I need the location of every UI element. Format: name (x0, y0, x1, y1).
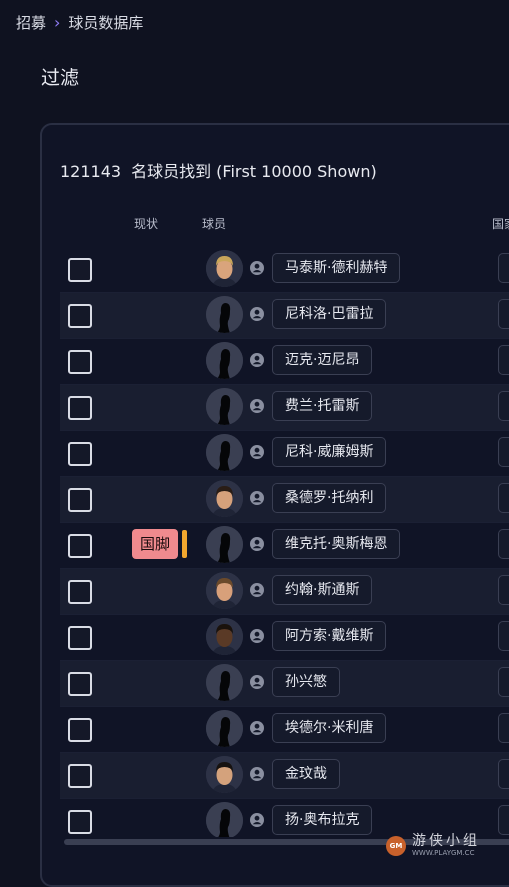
player-name-button[interactable]: 费兰·托雷斯 (272, 391, 373, 421)
avatar (206, 618, 243, 655)
person-icon[interactable] (250, 675, 264, 689)
nation-cell[interactable] (498, 437, 509, 467)
player-name-button[interactable]: 维克托·奥斯梅恩 (272, 529, 401, 559)
player-name-button[interactable]: 埃德尔·米利唐 (272, 713, 387, 743)
status-badge: 国脚 (132, 529, 178, 559)
breadcrumb: 招募 › 球员数据库 (16, 12, 143, 33)
nation-cell[interactable] (498, 529, 509, 559)
table-row[interactable]: 金玟哉 (60, 753, 509, 799)
checkbox-icon[interactable] (68, 580, 92, 604)
avatar (206, 296, 243, 333)
nation-cell[interactable] (498, 713, 509, 743)
person-icon[interactable] (250, 307, 264, 321)
player-name-button[interactable]: 约翰·斯通斯 (272, 575, 373, 605)
avatar (206, 342, 243, 379)
nation-cell[interactable] (498, 391, 509, 421)
player-name-button[interactable]: 金玟哉 (272, 759, 340, 789)
avatar (206, 802, 243, 837)
column-header-nation[interactable]: 国家 (492, 215, 509, 232)
checkbox-icon[interactable] (68, 810, 92, 834)
player-name-button[interactable]: 阿方索·戴维斯 (272, 621, 387, 651)
person-icon[interactable] (250, 629, 264, 643)
person-icon[interactable] (250, 537, 264, 551)
avatar (206, 756, 243, 793)
player-name-button[interactable]: 扬·奥布拉克 (272, 805, 373, 835)
player-name-button[interactable]: 马泰斯·德利赫特 (272, 253, 401, 283)
watermark: GM 游侠小组 WWW.PLAYGM.CC (386, 828, 506, 864)
results-panel: 121143 名球员找到 (First 10000 Shown) 现状 球员 国家… (40, 123, 509, 887)
checkbox-icon[interactable] (68, 718, 92, 742)
nation-cell[interactable] (498, 345, 509, 375)
person-icon[interactable] (250, 583, 264, 597)
person-icon[interactable] (250, 721, 264, 735)
table-row[interactable]: 尼科洛·巴雷拉 (60, 293, 509, 339)
player-name-button[interactable]: 尼科·威廉姆斯 (272, 437, 387, 467)
chevron-right-icon: › (54, 13, 61, 32)
watermark-url: WWW.PLAYGM.CC (412, 848, 475, 857)
results-label: 名球员找到 (First 10000 Shown) (131, 162, 377, 181)
player-name-button[interactable]: 孙兴慜 (272, 667, 340, 697)
table-row[interactable]: 国脚 维克托·奥斯梅恩 (60, 523, 509, 569)
avatar (206, 664, 243, 701)
table-row[interactable]: 阿方索·戴维斯 (60, 615, 509, 661)
checkbox-icon[interactable] (68, 350, 92, 374)
avatar (206, 480, 243, 517)
watermark-logo: GM (386, 836, 406, 856)
checkbox-icon[interactable] (68, 672, 92, 696)
player-name-button[interactable]: 迈克·迈尼昂 (272, 345, 373, 375)
status-indicator (182, 530, 187, 558)
checkbox-icon[interactable] (68, 764, 92, 788)
avatar (206, 710, 243, 747)
nation-cell[interactable] (498, 299, 509, 329)
avatar (206, 572, 243, 609)
results-number: 121143 (60, 162, 122, 181)
checkbox-icon[interactable] (68, 304, 92, 328)
player-name-button[interactable]: 尼科洛·巴雷拉 (272, 299, 387, 329)
person-icon[interactable] (250, 261, 264, 275)
table-row[interactable]: 约翰·斯通斯 (60, 569, 509, 615)
watermark-text: 游侠小组 (412, 833, 480, 850)
table-row[interactable]: 迈克·迈尼昂 (60, 339, 509, 385)
person-icon[interactable] (250, 445, 264, 459)
results-count: 121143 名球员找到 (First 10000 Shown) (60, 158, 377, 182)
nation-cell[interactable] (498, 759, 509, 789)
table-row[interactable]: 费兰·托雷斯 (60, 385, 509, 431)
nation-cell[interactable] (498, 483, 509, 513)
avatar (206, 250, 243, 287)
breadcrumb-current: 球员数据库 (68, 14, 144, 32)
breadcrumb-parent[interactable]: 招募 (16, 12, 46, 33)
checkbox-icon[interactable] (68, 258, 92, 282)
filter-title[interactable]: 过滤 (41, 63, 79, 90)
person-icon[interactable] (250, 399, 264, 413)
avatar (206, 526, 243, 563)
nation-cell[interactable] (498, 575, 509, 605)
player-name-button[interactable]: 桑德罗·托纳利 (272, 483, 387, 513)
checkbox-icon[interactable] (68, 488, 92, 512)
person-icon[interactable] (250, 767, 264, 781)
person-icon[interactable] (250, 353, 264, 367)
table-row[interactable]: 埃德尔·米利唐 (60, 707, 509, 753)
table-row[interactable]: 马泰斯·德利赫特 (60, 247, 509, 293)
nation-cell[interactable] (498, 667, 509, 697)
checkbox-icon[interactable] (68, 442, 92, 466)
player-table-body: 马泰斯·德利赫特 尼科洛·巴雷拉 迈克·迈尼昂 费兰·托雷斯 尼科·威廉姆斯 桑德罗·托纳… (60, 247, 509, 837)
person-icon[interactable] (250, 813, 264, 827)
checkbox-icon[interactable] (68, 534, 92, 558)
avatar (206, 434, 243, 471)
table-row[interactable]: 孙兴慜 (60, 661, 509, 707)
column-header-status[interactable]: 现状 (134, 215, 158, 232)
table-row[interactable]: 桑德罗·托纳利 (60, 477, 509, 523)
avatar (206, 388, 243, 425)
column-header-player[interactable]: 球员 (202, 215, 226, 232)
nation-cell[interactable] (498, 253, 509, 283)
checkbox-icon[interactable] (68, 626, 92, 650)
table-row[interactable]: 尼科·威廉姆斯 (60, 431, 509, 477)
nation-cell[interactable] (498, 621, 509, 651)
checkbox-icon[interactable] (68, 396, 92, 420)
person-icon[interactable] (250, 491, 264, 505)
